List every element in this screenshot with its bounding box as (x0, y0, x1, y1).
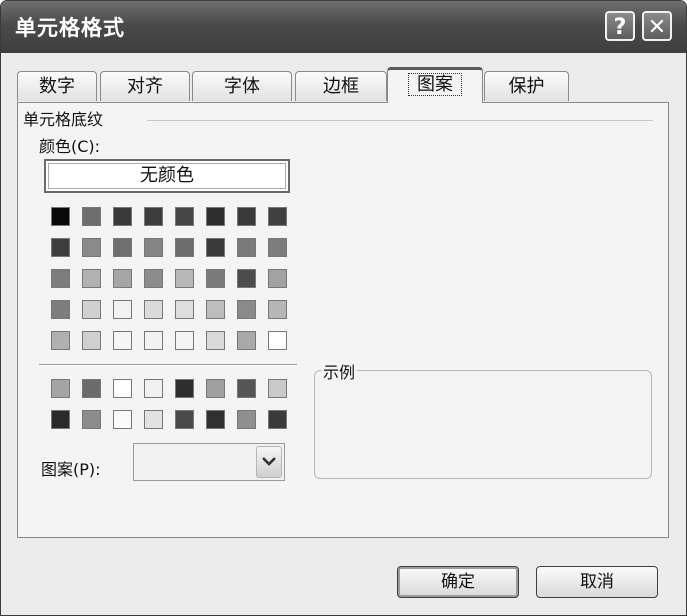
color-swatch[interactable] (175, 207, 194, 226)
color-swatch[interactable] (51, 331, 70, 350)
color-swatch[interactable] (268, 207, 287, 226)
color-swatch[interactable] (82, 207, 101, 226)
color-swatch[interactable] (206, 410, 225, 429)
chevron-down-icon[interactable] (256, 446, 282, 478)
color-swatch[interactable] (206, 379, 225, 398)
color-swatch[interactable] (237, 379, 256, 398)
color-swatch[interactable] (175, 331, 194, 350)
group-divider (147, 120, 653, 121)
ok-button[interactable]: 确定 (397, 566, 519, 598)
color-swatch[interactable] (144, 331, 163, 350)
color-swatch[interactable] (144, 410, 163, 429)
color-swatch[interactable] (268, 379, 287, 398)
dialog-title: 单元格格式 (15, 16, 125, 40)
sample-preview (314, 370, 652, 479)
tab-patterns[interactable]: 图案 (387, 67, 483, 103)
color-swatch[interactable] (113, 410, 132, 429)
color-swatch[interactable] (113, 269, 132, 288)
color-swatch[interactable] (268, 300, 287, 319)
color-swatch[interactable] (144, 269, 163, 288)
tab-label: 字体 (224, 76, 260, 97)
color-swatch[interactable] (113, 238, 132, 257)
color-swatch[interactable] (51, 379, 70, 398)
cancel-button[interactable]: 取消 (536, 566, 658, 598)
title-bar[interactable]: 单元格格式 ? ✕ (1, 1, 686, 53)
close-button[interactable]: ✕ (642, 11, 672, 41)
tab-label: 数字 (39, 76, 75, 97)
color-swatch[interactable] (144, 300, 163, 319)
color-swatch[interactable] (175, 269, 194, 288)
tab-label: 对齐 (127, 76, 163, 97)
color-swatch[interactable] (113, 207, 132, 226)
color-swatch[interactable] (206, 238, 225, 257)
color-swatch[interactable] (144, 238, 163, 257)
tab-protection[interactable]: 保护 (484, 71, 569, 101)
color-swatch[interactable] (82, 379, 101, 398)
tab-alignment[interactable]: 对齐 (100, 71, 190, 101)
color-swatch[interactable] (237, 300, 256, 319)
color-swatch[interactable] (175, 238, 194, 257)
color-swatch[interactable] (82, 269, 101, 288)
tab-number[interactable]: 数字 (17, 71, 97, 101)
color-swatch[interactable] (268, 410, 287, 429)
sample-title: 示例 (321, 359, 358, 383)
color-swatch[interactable] (237, 269, 256, 288)
color-swatch[interactable] (82, 300, 101, 319)
color-swatch[interactable] (144, 379, 163, 398)
color-swatch[interactable] (144, 207, 163, 226)
dialog-body: 数字 对齐 字体 边框 图案 保护 单元格底纹 颜色(C): 无颜色 图案(P)… (5, 53, 682, 611)
pattern-label: 图案(P): (41, 460, 101, 479)
color-swatch[interactable] (51, 410, 70, 429)
color-swatch[interactable] (206, 300, 225, 319)
color-swatch[interactable] (268, 238, 287, 257)
color-swatch[interactable] (82, 331, 101, 350)
color-swatch[interactable] (237, 207, 256, 226)
color-swatch[interactable] (51, 207, 70, 226)
palette-separator (39, 364, 297, 366)
pattern-dropdown[interactable] (133, 443, 285, 481)
color-swatch[interactable] (51, 300, 70, 319)
help-button[interactable]: ? (605, 11, 635, 41)
tab-label: 图案 (408, 73, 462, 96)
color-swatch[interactable] (237, 331, 256, 350)
color-swatch[interactable] (175, 410, 194, 429)
color-swatch[interactable] (268, 269, 287, 288)
color-swatch[interactable] (175, 300, 194, 319)
tab-label: 保护 (508, 76, 545, 97)
color-swatch[interactable] (175, 379, 194, 398)
color-label: 颜色(C): (39, 137, 101, 156)
color-swatch[interactable] (113, 300, 132, 319)
color-swatch[interactable] (268, 331, 287, 350)
no-color-button[interactable]: 无颜色 (44, 159, 290, 193)
tab-label: 边框 (323, 76, 359, 97)
color-swatch[interactable] (113, 331, 132, 350)
color-swatch[interactable] (113, 379, 132, 398)
color-swatch[interactable] (206, 331, 225, 350)
color-swatch[interactable] (51, 269, 70, 288)
color-swatch[interactable] (206, 269, 225, 288)
tab-strip: 数字 对齐 字体 边框 图案 保护 (17, 67, 657, 103)
color-swatch[interactable] (82, 410, 101, 429)
format-cells-dialog: 单元格格式 ? ✕ 数字 对齐 字体 边框 图案 保护 单元格底纹 颜色(C):… (0, 0, 687, 616)
color-swatch[interactable] (82, 238, 101, 257)
shading-group-title: 单元格底纹 (23, 106, 108, 130)
color-swatch[interactable] (51, 238, 70, 257)
color-swatch[interactable] (206, 207, 225, 226)
tab-font[interactable]: 字体 (192, 71, 292, 101)
color-swatch[interactable] (237, 410, 256, 429)
color-swatch[interactable] (237, 238, 256, 257)
tab-border[interactable]: 边框 (295, 71, 387, 101)
